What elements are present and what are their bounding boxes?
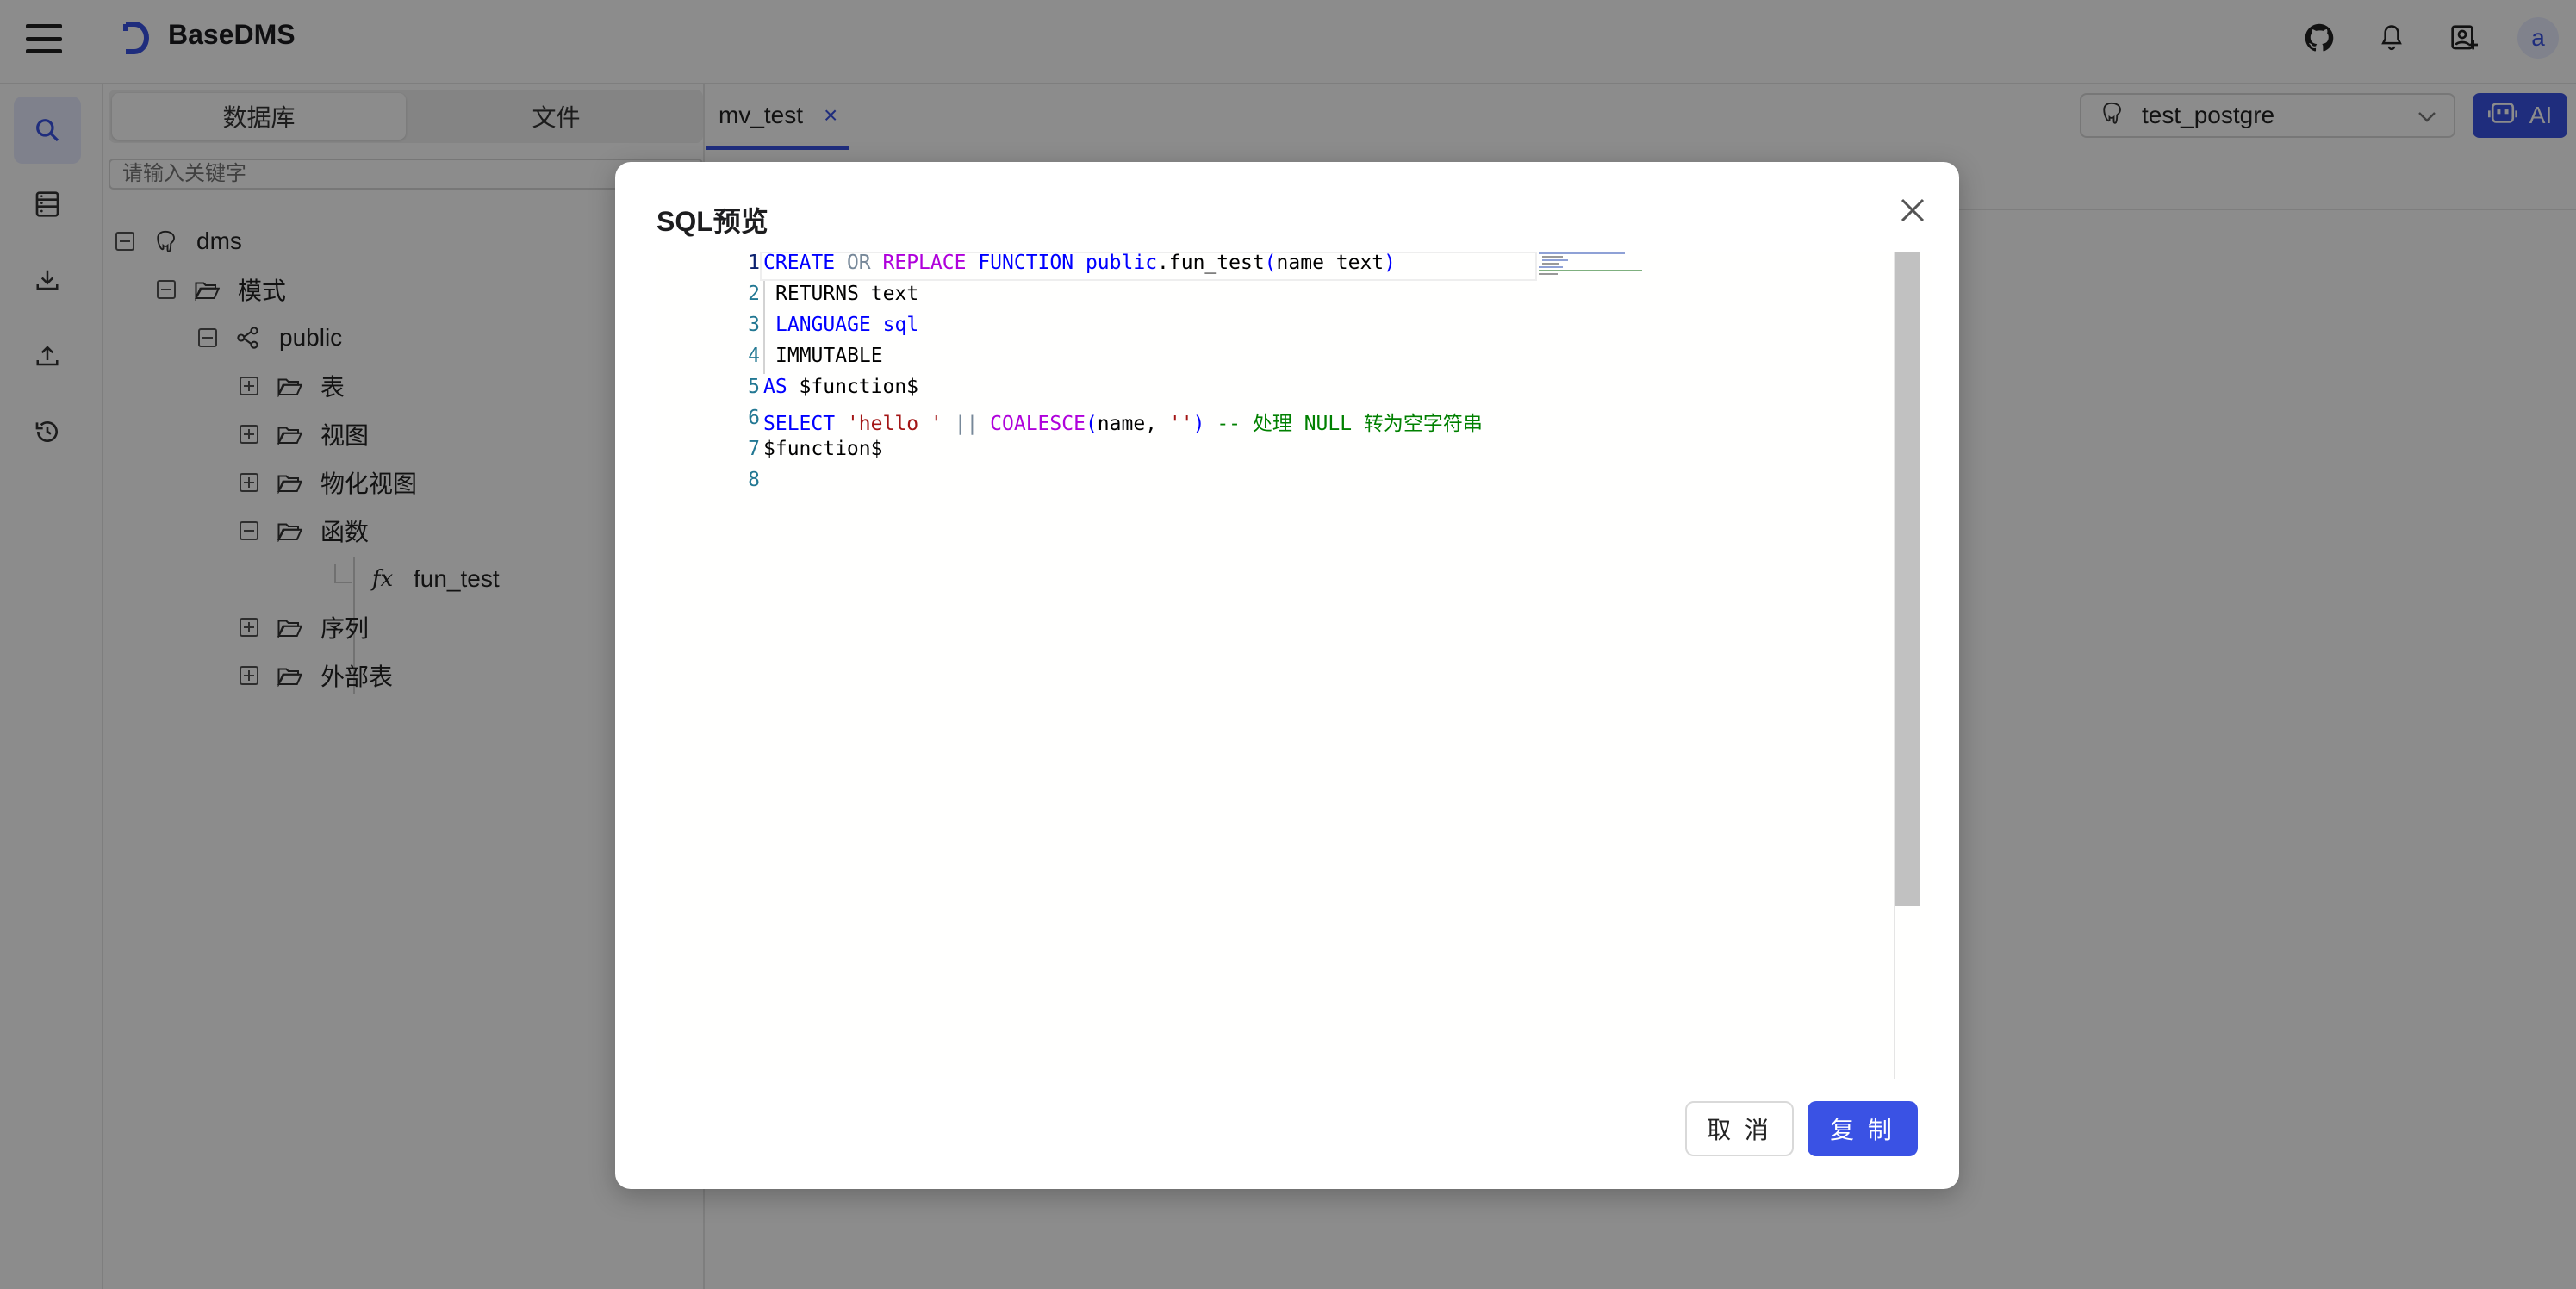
code-minimap[interactable] bbox=[1539, 252, 1651, 286]
coalesce-arg: name, bbox=[1097, 413, 1169, 435]
line-number: 6 bbox=[748, 407, 760, 429]
dialog-title: SQL预览 bbox=[656, 206, 768, 237]
kw-replace: REPLACE bbox=[882, 252, 967, 274]
line-number: 7 bbox=[748, 438, 760, 460]
function-name: .fun_test bbox=[1157, 252, 1265, 274]
concat-operator: || bbox=[954, 413, 979, 435]
line-number: 2 bbox=[748, 283, 760, 305]
code-line-6: SELECT 'hello ' || COALESCE(name, '') --… bbox=[763, 407, 1483, 436]
indent-guide bbox=[763, 281, 765, 374]
kw-or: OR bbox=[846, 252, 871, 274]
copy-button[interactable]: 复 制 bbox=[1808, 1101, 1918, 1156]
line-number: 1 bbox=[748, 252, 760, 274]
code-line-3: LANGUAGE sql bbox=[775, 314, 918, 336]
line-number: 5 bbox=[748, 376, 760, 398]
line-number: 8 bbox=[748, 469, 760, 491]
sql-editor[interactable]: 1 2 3 4 5 6 7 8 CREATE OR REPLACE FUNCTI… bbox=[656, 252, 1932, 1079]
code-line-2: RETURNS text bbox=[775, 283, 919, 305]
string-literal: 'hello ' bbox=[846, 413, 943, 435]
line-number: 4 bbox=[748, 345, 760, 367]
kw-sql: sql bbox=[882, 314, 919, 336]
dollar-quote: $function$ bbox=[787, 376, 919, 398]
function-args: name text bbox=[1276, 252, 1384, 274]
paren-open: ( bbox=[1085, 413, 1098, 435]
code-line-1: CREATE OR REPLACE FUNCTION public.fun_te… bbox=[763, 252, 1396, 274]
sql-preview-dialog: SQL预览 1 2 3 4 5 6 7 8 CREATE OR REPLACE … bbox=[615, 162, 1959, 1189]
sql-comment: -- 处理 NULL 转为空字符串 bbox=[1216, 413, 1483, 435]
code-line-5: AS $function$ bbox=[763, 376, 918, 398]
schema-name: public bbox=[1085, 252, 1158, 274]
paren-close: ) bbox=[1384, 252, 1397, 274]
paren-close: ) bbox=[1192, 413, 1205, 435]
line-number: 3 bbox=[748, 314, 760, 336]
cancel-button[interactable]: 取 消 bbox=[1685, 1101, 1794, 1156]
paren-open: ( bbox=[1264, 252, 1277, 274]
kw-create: CREATE bbox=[763, 252, 836, 274]
kw-function: FUNCTION bbox=[978, 252, 1074, 274]
empty-string: '' bbox=[1168, 413, 1193, 435]
code-line-4: IMMUTABLE bbox=[775, 345, 883, 367]
kw-select: SELECT bbox=[763, 413, 836, 435]
fn-coalesce: COALESCE bbox=[990, 413, 1086, 435]
close-icon[interactable] bbox=[1897, 195, 1928, 226]
kw-as: AS bbox=[763, 376, 787, 398]
scrollbar-thumb[interactable] bbox=[1895, 252, 1920, 906]
code-line-7: $function$ bbox=[763, 438, 883, 460]
kw-language: LANGUAGE bbox=[775, 314, 871, 336]
